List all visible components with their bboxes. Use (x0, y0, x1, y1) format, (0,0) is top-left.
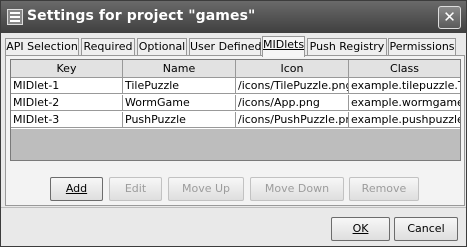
tab-permissions[interactable]: Permissions (388, 38, 456, 55)
table-header: Key Name Icon Class (11, 60, 460, 78)
tab-midlets-label: MIDlets (263, 38, 305, 51)
cancel-button[interactable]: Cancel (394, 217, 458, 241)
cell-name: TilePuzzle (123, 78, 236, 94)
settings-app-icon (7, 9, 23, 25)
cell-icon: /icons/TilePuzzle.png (236, 78, 349, 94)
remove-button[interactable]: Remove (349, 177, 419, 201)
tab-optional[interactable]: Optional (137, 38, 187, 55)
midlets-table: Key Name Icon Class MIDlet-1 TilePuzzle … (10, 59, 461, 161)
cell-class: example.tilepuzzle.Ti... (349, 78, 460, 94)
close-button[interactable]: ✕ (438, 6, 461, 29)
cell-key: MIDlet-1 (11, 78, 123, 94)
midlets-panel: Key Name Icon Class MIDlet-1 TilePuzzle … (5, 55, 465, 206)
tab-user-defined[interactable]: User Defined (189, 38, 261, 55)
tab-bar: API Selection Required Optional User Def… (5, 36, 465, 57)
tab-midlets[interactable]: MIDlets (262, 36, 305, 57)
add-button-label: Add (65, 182, 88, 195)
ok-button[interactable]: OK (331, 217, 390, 241)
add-button[interactable]: Add (50, 177, 103, 201)
cell-name: WormGame (123, 95, 236, 111)
table-row[interactable]: MIDlet-3 PushPuzzle /icons/PushPuzzle.pn… (11, 112, 460, 129)
cell-class: example.wormgame.... (349, 95, 460, 111)
column-icon[interactable]: Icon (236, 60, 349, 78)
column-class[interactable]: Class (349, 60, 460, 78)
cell-key: MIDlet-3 (11, 112, 123, 128)
cell-icon: /icons/App.png (236, 95, 349, 111)
column-key[interactable]: Key (11, 60, 123, 78)
table-row[interactable]: MIDlet-2 WormGame /icons/App.png example… (11, 95, 460, 112)
title-bar: Settings for project "games" ✕ (1, 1, 466, 33)
cell-class: example.pushpuzzle.... (349, 112, 460, 128)
move-up-button[interactable]: Move Up (168, 177, 244, 201)
settings-dialog: Settings for project "games" ✕ API Selec… (0, 0, 467, 247)
tab-required[interactable]: Required (81, 38, 135, 55)
edit-button[interactable]: Edit (109, 177, 162, 201)
column-name[interactable]: Name (123, 60, 236, 78)
table-row[interactable]: MIDlet-1 TilePuzzle /icons/TilePuzzle.pn… (11, 78, 460, 95)
ok-button-label: OK (352, 222, 369, 235)
window-title: Settings for project "games" (27, 8, 256, 24)
close-icon: ✕ (443, 8, 456, 26)
cell-key: MIDlet-2 (11, 95, 123, 111)
cell-icon: /icons/PushPuzzle.png (236, 112, 349, 128)
tab-push-registry[interactable]: Push Registry (307, 38, 387, 55)
tab-api-selection[interactable]: API Selection (5, 38, 79, 55)
move-down-button[interactable]: Move Down (250, 177, 344, 201)
footer-divider (1, 207, 466, 208)
cell-name: PushPuzzle (123, 112, 236, 128)
